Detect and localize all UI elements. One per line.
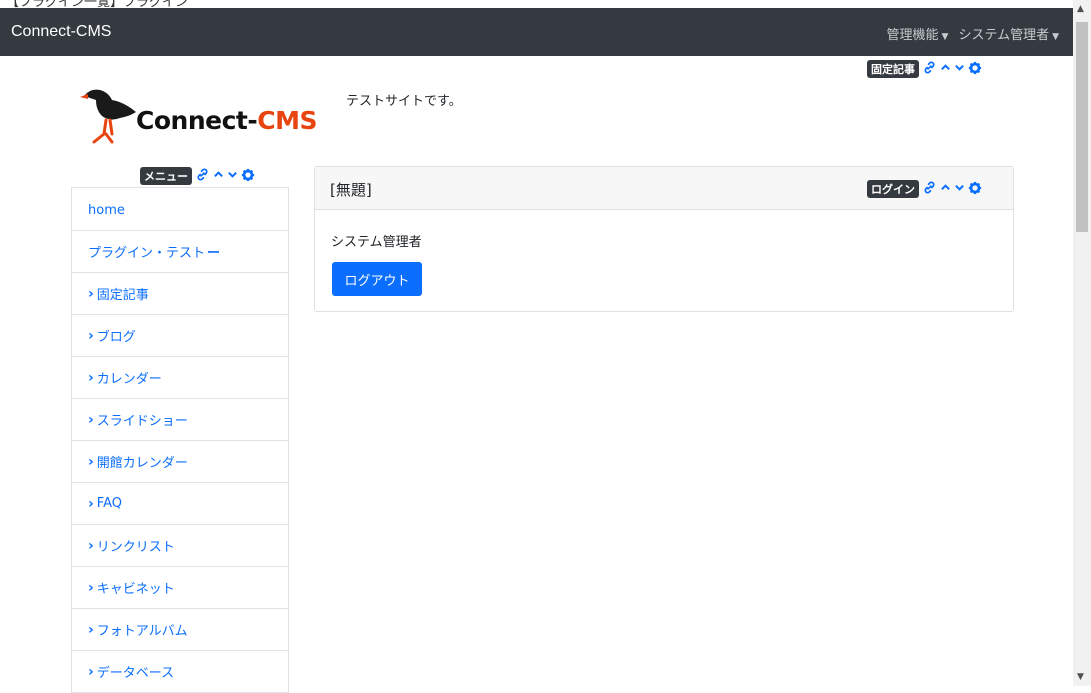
menu-item-photoalbum[interactable]: › フォトアルバム [72,609,288,651]
move-up-icon[interactable] [940,182,951,196]
chevron-right-icon: › [88,579,94,596]
chevron-right-icon: › [88,369,94,386]
site-logo[interactable]: Connect-CMS [80,82,340,144]
admin-menu-label: 管理機能 [886,28,939,43]
logo-text: Connect-CMS [136,106,317,135]
chevron-right-icon: › [88,663,94,680]
admin-menu-dropdown[interactable]: 管理機能 ▼ [887,24,949,43]
login-card-title: [無題] [330,181,372,199]
link-icon[interactable] [922,180,937,198]
menu-item-label: スライドショー [96,414,188,429]
move-down-icon[interactable] [954,62,965,76]
chevron-right-icon: › [88,495,94,512]
menu-item-calendar[interactable]: › カレンダー [72,357,288,399]
scroll-up-icon[interactable]: ▲ [1077,4,1084,14]
menu-item-label: キャビネット [96,582,175,597]
menu-badge: メニュー [140,167,192,185]
chevron-right-icon: › [88,285,94,302]
menu-item-slideshow[interactable]: › スライドショー [72,399,288,441]
menu-item-label: カレンダー [96,372,162,387]
menu-item-faq[interactable]: › FAQ [72,483,288,525]
navbar: Connect-CMS 管理機能 ▼ システム管理者 ▼ [0,8,1073,56]
logo-text-accent: CMS [257,106,317,135]
menu-item-label: FAQ [96,496,122,511]
gear-icon[interactable] [241,168,255,185]
move-up-icon[interactable] [213,169,224,183]
menu-item-suffix: ー [207,246,221,261]
chevron-right-icon: › [88,621,94,638]
chevron-right-icon: › [88,453,94,470]
menu-item-label: ブログ [96,330,136,345]
menu-item-database[interactable]: › データベース [72,651,288,693]
menu-item-opening-calendar[interactable]: › 開館カレンダー [72,441,288,483]
link-icon[interactable] [922,60,937,78]
chevron-right-icon: › [88,327,94,344]
logo-text-part: Conn [136,106,206,135]
top-strip-text: 【フラグイン一覧】プラグイン [6,0,189,8]
menu-item-linklist[interactable]: › リンクリスト [72,525,288,567]
brand-link[interactable]: Connect-CMS [11,23,111,41]
caret-down-icon: ▼ [1052,32,1059,42]
menu-frame-controls: メニュー [140,167,255,185]
bird-logo-icon [80,89,136,144]
link-icon[interactable] [195,167,210,185]
menu-item-label: home [88,203,125,218]
menu-item-home[interactable]: home [72,188,288,231]
site-description: テストサイトです。 [346,94,462,109]
gear-icon[interactable] [968,61,982,78]
caret-down-icon: ▼ [941,32,949,42]
menu-item-label: 固定記事 [96,288,149,303]
menu-item-plugin-test[interactable]: プラグイン・テストー [72,231,288,273]
scroll-down-icon[interactable]: ▼ [1077,672,1084,682]
navbar-right: 管理機能 ▼ システム管理者 ▼ [887,24,1059,43]
gear-icon[interactable] [968,181,982,198]
menu-item-label: データベース [96,666,175,681]
menu-item-label: フォトアルバム [96,624,188,639]
chevron-right-icon: › [88,537,94,554]
menu-item-cabinet[interactable]: › キャビネット [72,567,288,609]
logo-text-part: ect- [205,106,258,135]
move-up-icon[interactable] [940,62,951,76]
scrollbar[interactable]: ▲ ▼ [1073,0,1091,686]
fixed-article-frame-controls: 固定記事 [867,60,982,78]
menu-item-fixed-article[interactable]: › 固定記事 [72,273,288,315]
logout-button[interactable]: ログアウト [332,262,422,296]
sidebar-menu: home プラグイン・テストー › 固定記事 › ブログ › カレンダー › スライドシ… [71,187,289,693]
move-down-icon[interactable] [954,182,965,196]
menu-item-label: リンクリスト [96,540,175,555]
logged-in-user-name: システム管理者 [331,235,422,250]
chevron-right-icon: › [88,411,94,428]
fixed-article-badge: 固定記事 [867,60,919,78]
move-down-icon[interactable] [227,169,238,183]
user-menu-label: システム管理者 [958,28,1050,43]
menu-item-label: プラグイン・テスト [88,246,206,261]
login-badge: ログイン [867,180,919,198]
scrollbar-thumb[interactable] [1076,22,1088,232]
login-frame-controls: ログイン [867,180,982,198]
menu-item-blog[interactable]: › ブログ [72,315,288,357]
top-strip: 【フラグイン一覧】プラグイン [0,0,1091,8]
user-menu-dropdown[interactable]: システム管理者 ▼ [958,24,1059,43]
menu-item-label: 開館カレンダー [96,456,188,471]
